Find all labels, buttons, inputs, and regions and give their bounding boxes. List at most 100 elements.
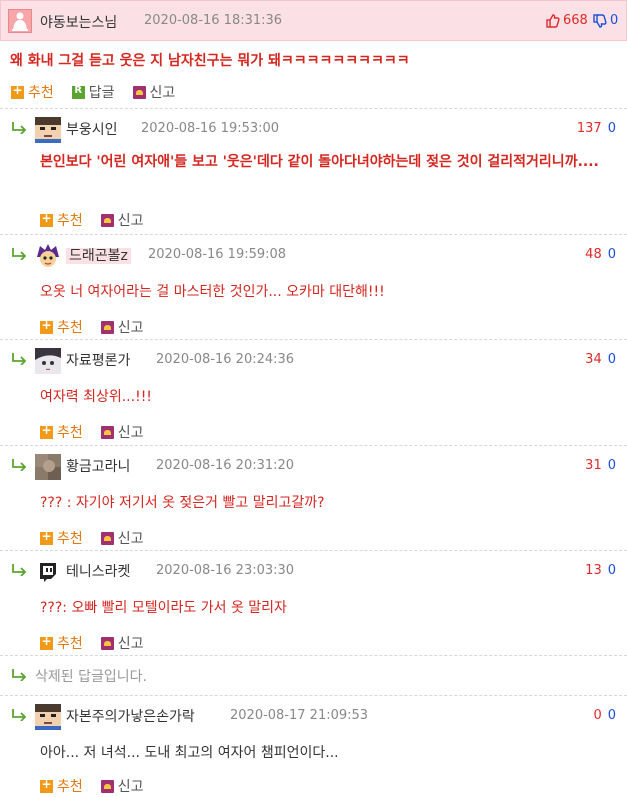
report-icon: [100, 425, 114, 439]
recommend-label: 추천: [57, 213, 83, 229]
upvote-count: 13: [585, 563, 602, 578]
recommend-icon: [40, 423, 53, 439]
upvote-count: 31: [585, 458, 602, 473]
report-button[interactable]: 신고: [100, 317, 144, 337]
report-label: 신고: [117, 636, 144, 652]
reply-nickname[interactable]: 황금고라니: [66, 456, 130, 476]
report-button[interactable]: 신고: [100, 528, 144, 548]
deleted-reply-item: 삭제된 답글입니다.: [0, 655, 627, 695]
reply-body: 오옷 너 여자어라는 걸 마스터한 것인가... 오카마 대단해!!!: [40, 284, 385, 300]
recommend-icon: [40, 777, 53, 793]
deleted-reply-text: 삭제된 답글입니다.: [35, 669, 147, 685]
recommend-button[interactable]: 추천: [40, 422, 83, 442]
downvote-count: 0: [607, 121, 616, 136]
downvote-count: 0: [607, 563, 616, 578]
reply-action-row: 추천 신고: [40, 776, 162, 796]
avatar[interactable]: [35, 117, 61, 143]
nickname-badge: 드래곤볼z: [66, 248, 131, 264]
reply-arrow-icon: [12, 709, 27, 721]
report-icon: [132, 85, 146, 99]
main-comment-body: 왜 화내 그걸 듣고 웃은 지 남자친구는 뭐가 돼ㅋㅋㅋㅋㅋㅋㅋㅋㅋㅋ: [10, 53, 410, 69]
downvote-count: 0: [607, 352, 616, 367]
reply-label: 답글: [88, 85, 115, 101]
report-icon: [100, 636, 114, 650]
reply-votes: 31 0: [585, 458, 616, 473]
report-button[interactable]: 신고: [100, 633, 144, 653]
thumb-down-icon[interactable]: [593, 14, 607, 28]
avatar[interactable]: [35, 243, 61, 269]
reply-date: 2020-08-16 20:24:36: [156, 352, 295, 367]
upvote-count: 34: [585, 352, 602, 367]
reply-arrow-icon: [12, 564, 27, 576]
recommend-label: 추천: [57, 779, 83, 795]
report-label: 신고: [117, 213, 144, 229]
avatar[interactable]: [35, 704, 61, 730]
recommend-label: 추천: [57, 425, 83, 441]
recommend-button[interactable]: 추천: [40, 633, 83, 653]
report-label: 신고: [117, 425, 144, 441]
report-label: 신고: [117, 320, 144, 336]
report-label: 신고: [117, 531, 144, 547]
recommend-label: 추천: [57, 531, 83, 547]
main-comment-header: 야동보는스님 2020-08-16 18:31:36 668 0: [0, 0, 627, 41]
main-action-row: 추천 답글 신고: [11, 82, 193, 102]
report-icon: [100, 531, 114, 545]
reply-nickname[interactable]: 테니스라켓: [66, 561, 130, 581]
report-button[interactable]: 신고: [100, 422, 144, 442]
reply-date: 2020-08-16 19:53:00: [141, 121, 280, 136]
reply-nickname[interactable]: 부웅시인: [66, 119, 118, 139]
reply-action-row: 추천 신고: [40, 210, 162, 230]
downvote-count: 0: [607, 247, 616, 262]
recommend-button[interactable]: 추천: [40, 776, 83, 796]
reply-body: ??? : 자기야 저기서 옷 젖은거 빨고 말리고갈까?: [40, 495, 325, 511]
upvote-count: 0: [593, 708, 602, 723]
report-button[interactable]: 신고: [100, 776, 144, 796]
reply-button[interactable]: 답글: [71, 82, 115, 102]
recommend-label: 추천: [28, 85, 54, 101]
main-nickname[interactable]: 야동보는스님: [40, 12, 117, 32]
reply-action-row: 추천 신고: [40, 317, 162, 337]
report-button[interactable]: 신고: [132, 82, 175, 102]
recommend-label: 추천: [57, 636, 83, 652]
report-label: 신고: [117, 779, 144, 795]
reply-nickname[interactable]: 드래곤볼z: [66, 245, 131, 265]
reply-date: 2020-08-17 21:09:53: [230, 708, 369, 723]
reply-body: 본인보다 '어린 여자애'들 보고 '웃은'데다 같이 돌아다녀야하는데 젖은 …: [40, 154, 599, 170]
reply-votes: 137 0: [577, 121, 616, 136]
monk-avatar-icon[interactable]: [8, 9, 32, 33]
reply-arrow-icon: [12, 669, 27, 681]
reply-action-row: 추천 신고: [40, 528, 162, 548]
recommend-icon: [40, 529, 53, 545]
reply-item: 자료평론가 2020-08-16 20:24:36 34 0 여자력 최상위...…: [0, 339, 627, 445]
reply-arrow-icon: [12, 353, 27, 365]
recommend-button[interactable]: 추천: [11, 82, 54, 102]
avatar[interactable]: [35, 454, 61, 480]
recommend-button[interactable]: 추천: [40, 317, 83, 337]
reply-votes: 00: [593, 708, 616, 723]
reply-action-row: 추천 신고: [40, 422, 162, 442]
report-icon: [100, 320, 114, 334]
reply-nickname[interactable]: 자료평론가: [66, 350, 130, 370]
reply-arrow-icon: [12, 122, 27, 134]
reply-votes: 48 0: [585, 247, 616, 262]
reply-date: 2020-08-16 19:59:08: [148, 247, 287, 262]
recommend-icon: [11, 83, 24, 99]
main-date: 2020-08-16 18:31:36: [144, 13, 283, 28]
twitch-icon[interactable]: [35, 559, 61, 585]
recommend-button[interactable]: 추천: [40, 528, 83, 548]
report-icon: [100, 779, 114, 793]
reply-item: 테니스라켓 2020-08-16 23:03:30 13 0 ???: 오빠 빨리…: [0, 550, 627, 655]
report-button[interactable]: 신고: [100, 210, 144, 230]
avatar[interactable]: [35, 348, 61, 374]
reply-item: 황금고라니 2020-08-16 20:31:20 31 0 ??? : 자기야 …: [0, 445, 627, 550]
recommend-button[interactable]: 추천: [40, 210, 83, 230]
thumb-up-icon[interactable]: [546, 14, 560, 28]
reply-body: ???: 오빠 빨리 모텔이라도 가서 옷 말리자: [40, 600, 287, 616]
reply-body: 여자력 최상위...!!!: [40, 389, 152, 405]
report-icon: [100, 213, 114, 227]
reply-nickname[interactable]: 자본주의가낳은손가락: [66, 706, 195, 726]
reply-item: 드래곤볼z 2020-08-16 19:59:08 48 0 오옷 너 여자어라는…: [0, 234, 627, 339]
reply-arrow-icon: [12, 248, 27, 260]
reply-votes: 34 0: [585, 352, 616, 367]
reply-date: 2020-08-16 23:03:30: [156, 563, 295, 578]
